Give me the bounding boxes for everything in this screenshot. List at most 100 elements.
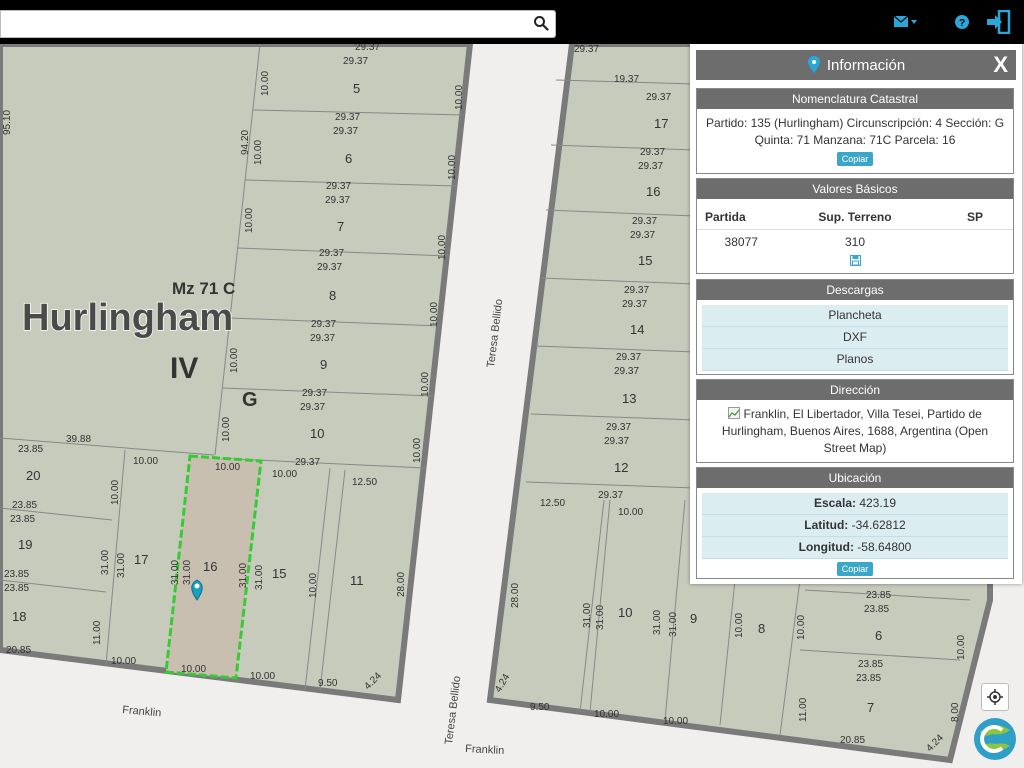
svg-text:10.00: 10.00	[594, 709, 619, 720]
download-plancheta[interactable]: Plancheta	[702, 305, 1008, 327]
svg-text:Hurlingham: Hurlingham	[22, 297, 233, 339]
svg-text:17: 17	[134, 552, 148, 567]
svg-text:95.10: 95.10	[2, 110, 13, 135]
svg-text:29.37: 29.37	[638, 161, 663, 172]
search-box[interactable]	[0, 10, 556, 38]
svg-text:23.85: 23.85	[856, 673, 881, 684]
svg-text:G: G	[242, 389, 258, 411]
svg-text:5: 5	[353, 81, 360, 96]
envelope-icon[interactable]	[892, 10, 920, 34]
svg-text:20.85: 20.85	[840, 735, 865, 746]
row-escala: Escala: 423.19	[702, 493, 1008, 515]
svg-text:31.00: 31.00	[582, 603, 593, 628]
svg-text:29.37: 29.37	[598, 490, 623, 501]
svg-text:29.37: 29.37	[302, 388, 327, 399]
svg-text:10.00: 10.00	[454, 85, 465, 110]
svg-text:10.00: 10.00	[412, 438, 423, 463]
svg-text:6: 6	[875, 628, 882, 643]
svg-text:13: 13	[622, 391, 636, 406]
sign-out-icon[interactable]	[984, 10, 1014, 34]
top-bar: ?	[0, 0, 1024, 44]
svg-text:10.00: 10.00	[215, 462, 240, 473]
svg-text:28.00: 28.00	[510, 583, 521, 608]
svg-text:94.20: 94.20	[240, 130, 251, 155]
copy-ubicacion-button[interactable]: Copiar	[836, 562, 874, 576]
svg-text:10.00: 10.00	[133, 456, 158, 467]
svg-text:9: 9	[320, 357, 327, 372]
download-planos[interactable]: Planos	[702, 349, 1008, 371]
svg-text:23.85: 23.85	[866, 590, 891, 601]
col-sup-terreno: Sup. Terreno	[785, 207, 925, 230]
save-icon[interactable]	[849, 254, 861, 267]
search-input[interactable]	[7, 12, 531, 38]
svg-text:29.37: 29.37	[335, 112, 360, 123]
svg-text:12.50: 12.50	[540, 498, 565, 509]
svg-text:29.37: 29.37	[614, 366, 639, 377]
svg-text:10.00: 10.00	[956, 635, 967, 660]
svg-text:29.37: 29.37	[630, 230, 655, 241]
svg-text:31.00: 31.00	[238, 563, 249, 588]
section-header: Descargas	[697, 280, 1013, 300]
longitud-label: Longitud:	[798, 540, 854, 554]
section-header: Dirección	[697, 380, 1013, 400]
section-header: Ubicación	[697, 468, 1013, 488]
close-button[interactable]: X	[993, 52, 1008, 78]
svg-text:10.00: 10.00	[618, 507, 643, 518]
svg-text:29.37: 29.37	[311, 319, 336, 330]
svg-text:10.00: 10.00	[796, 615, 807, 640]
svg-text:10.00: 10.00	[111, 656, 136, 667]
section-nomenclatura: Nomenclatura Catastral Partido: 135 (Hur…	[696, 88, 1014, 174]
svg-text:23.85: 23.85	[12, 500, 37, 511]
svg-text:10.00: 10.00	[181, 664, 206, 675]
svg-text:20: 20	[26, 468, 40, 483]
svg-text:10.00: 10.00	[253, 140, 264, 165]
svg-text:23.85: 23.85	[4, 569, 29, 580]
svg-text:8: 8	[329, 288, 336, 303]
escala-value: 423.19	[859, 496, 897, 510]
svg-text:11: 11	[350, 573, 364, 588]
svg-text:29.37: 29.37	[646, 92, 671, 103]
col-sp: SP	[924, 207, 1013, 230]
question-circle-icon[interactable]: ?	[954, 10, 970, 34]
svg-text:29.37: 29.37	[343, 56, 368, 67]
svg-text:29.37: 29.37	[622, 299, 647, 310]
svg-text:31.00: 31.00	[595, 605, 606, 630]
cell-sp	[925, 230, 1014, 253]
svg-text:39.88: 39.88	[66, 434, 91, 445]
svg-text:10.00: 10.00	[429, 302, 440, 327]
svg-text:29.37: 29.37	[355, 44, 380, 53]
svg-text:8.00: 8.00	[950, 702, 961, 722]
panel-title-bar: Información X	[696, 50, 1016, 80]
svg-text:23.85: 23.85	[858, 659, 883, 670]
svg-text:16: 16	[203, 559, 217, 574]
svg-text:Mz 71 C: Mz 71 C	[172, 279, 235, 298]
search-icon[interactable]	[533, 15, 549, 31]
svg-text:29.37: 29.37	[333, 126, 358, 137]
map-marker-icon	[807, 56, 820, 73]
svg-text:29.37: 29.37	[319, 248, 344, 259]
svg-text:10.00: 10.00	[437, 235, 448, 260]
locate-button[interactable]	[981, 683, 1009, 711]
svg-text:19.37: 19.37	[614, 74, 639, 85]
crosshair-icon	[987, 689, 1003, 705]
svg-text:7: 7	[337, 219, 344, 234]
svg-text:31.00: 31.00	[182, 560, 193, 585]
svg-text:10.00: 10.00	[663, 716, 688, 727]
svg-text:9.50: 9.50	[530, 702, 550, 713]
svg-text:29.37: 29.37	[640, 147, 665, 158]
escala-label: Escala:	[813, 496, 856, 510]
svg-text:17: 17	[654, 116, 668, 131]
svg-text:10.00: 10.00	[229, 348, 240, 373]
download-dxf[interactable]: DXF	[702, 327, 1008, 349]
copy-nomenclatura-button[interactable]: Copiar	[836, 152, 874, 166]
longitud-value: -58.64800	[857, 540, 912, 554]
svg-text:11.00: 11.00	[798, 697, 809, 722]
svg-text:10.00: 10.00	[250, 671, 275, 682]
svg-text:IV: IV	[170, 352, 198, 385]
svg-text:11.00: 11.00	[92, 620, 103, 645]
section-valores: Valores Básicos Partida Sup. Terreno SP …	[696, 178, 1014, 274]
svg-text:31.00: 31.00	[668, 612, 679, 637]
svg-text:29.37: 29.37	[295, 457, 320, 468]
svg-text:29.37: 29.37	[574, 44, 599, 55]
svg-text:?: ?	[959, 18, 965, 29]
